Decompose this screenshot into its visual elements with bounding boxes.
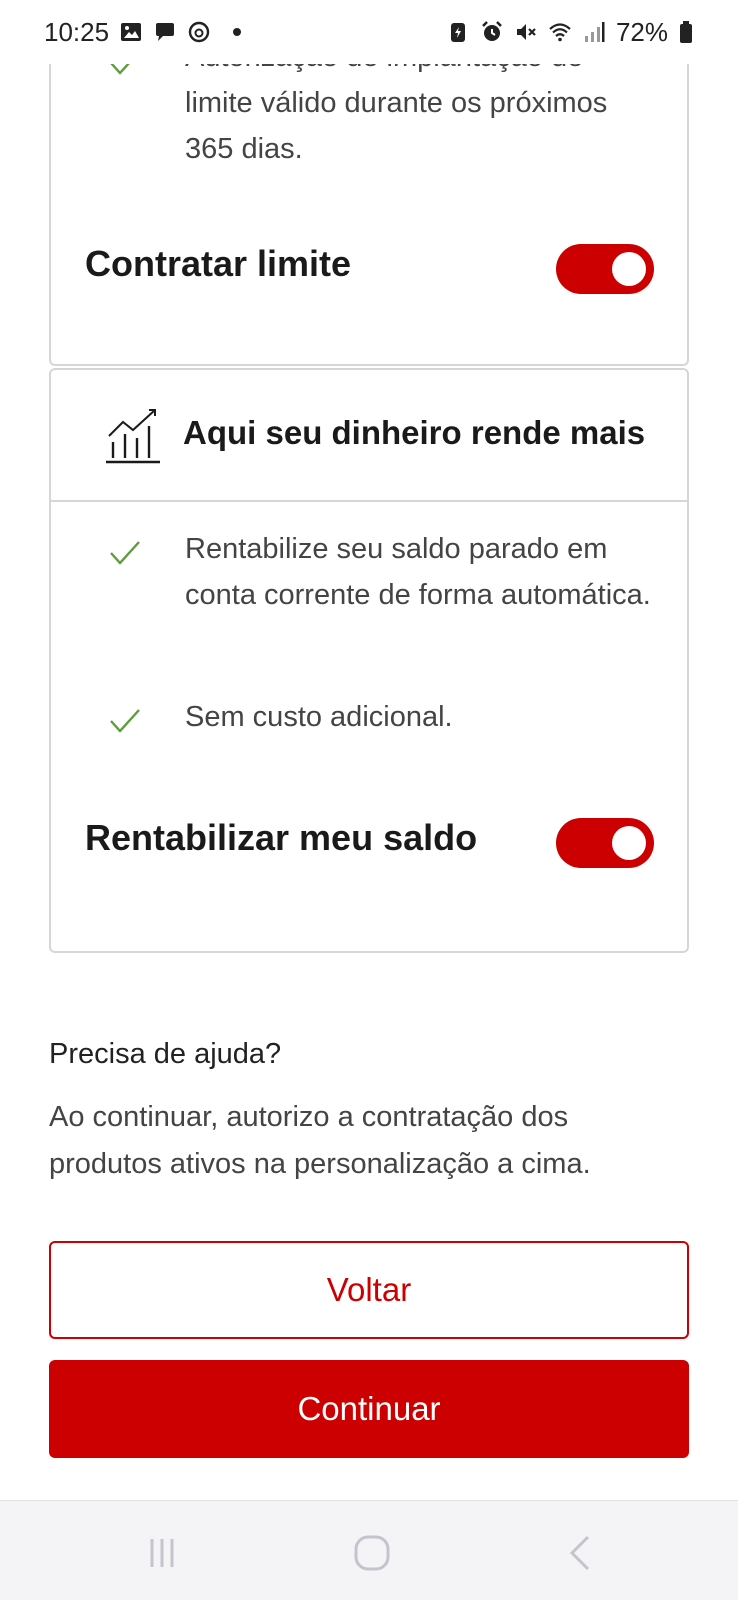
check-icon <box>110 709 140 733</box>
toggle-row-limite: Contratar limite <box>51 242 687 302</box>
card-title: Aqui seu dinheiro rende mais <box>183 414 646 451</box>
back-icon[interactable] <box>560 1531 604 1575</box>
wifi-icon <box>549 23 571 42</box>
card-header: Aqui seu dinheiro rende mais <box>51 370 687 502</box>
home-icon[interactable] <box>350 1531 394 1575</box>
chart-growth-icon <box>106 409 160 464</box>
alarm-icon <box>482 21 502 41</box>
toggle-row-rentabilizar: Rentabilizar meu saldo <box>51 816 687 876</box>
status-bar-right: 72% <box>446 17 694 48</box>
status-bar: 10:25 72% <box>0 0 738 64</box>
back-button[interactable]: Voltar <box>49 1241 689 1339</box>
check-icon <box>110 541 140 565</box>
battery-saver-icon <box>450 23 465 42</box>
chat-icon <box>156 23 175 41</box>
card-rende-mais: Aqui seu dinheiro rende mais Rentabilize… <box>49 368 689 953</box>
status-bar-left: 10:25 <box>44 17 243 48</box>
battery-icon <box>680 21 692 43</box>
benefit-text: Sem custo adicional. <box>185 701 453 733</box>
toggle-knob <box>612 826 646 860</box>
threads-icon <box>188 21 210 43</box>
screen: 10:25 72% limite válido durante os próxi… <box>0 0 738 1600</box>
dot-icon <box>233 28 242 36</box>
recent-apps-icon[interactable] <box>144 1531 188 1575</box>
contratar-limite-toggle[interactable] <box>556 244 654 294</box>
help-link[interactable]: Precisa de ajuda? <box>49 1038 281 1071</box>
image-icon <box>121 23 142 41</box>
signal-icon <box>584 22 605 42</box>
status-time: 10:25 <box>44 16 110 47</box>
navigation-bar <box>0 1500 738 1600</box>
toggle-knob <box>612 252 646 286</box>
rentabilizar-saldo-toggle[interactable] <box>556 818 654 868</box>
consent-text: Ao continuar, autorizo a contratação dos… <box>49 1101 591 1180</box>
benefit-text: Rentabilize seu saldo parado em conta co… <box>185 533 651 611</box>
mute-icon <box>516 24 536 40</box>
continue-button[interactable]: Continuar <box>49 1360 689 1458</box>
toggle-label: Contratar limite <box>85 243 352 284</box>
card-limite: Autorização de implantação de limite vál… <box>49 28 689 366</box>
toggle-label: Rentabilizar meu saldo <box>85 817 478 858</box>
battery-percent: 72% <box>615 16 668 47</box>
